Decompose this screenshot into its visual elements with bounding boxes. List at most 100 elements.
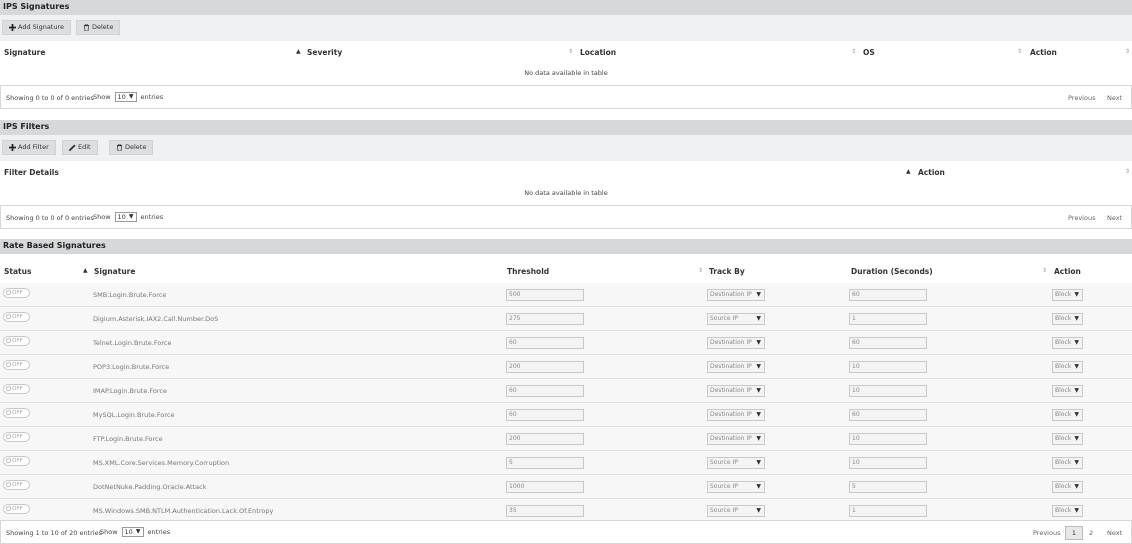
threshold-input[interactable]: 200 bbox=[506, 433, 584, 445]
sort-icon[interactable]: ⇕ bbox=[568, 48, 573, 55]
threshold-input[interactable]: 60 bbox=[506, 385, 584, 397]
sort-icon[interactable]: ⇕ bbox=[1017, 48, 1022, 55]
duration-input[interactable]: 60 bbox=[849, 289, 927, 301]
page-size-select[interactable]: 10 ▼ bbox=[114, 212, 137, 222]
column-signature[interactable]: Signature bbox=[94, 267, 135, 276]
threshold-input[interactable]: 60 bbox=[506, 409, 584, 421]
duration-input[interactable]: 60 bbox=[849, 409, 927, 421]
entries-label: entries bbox=[140, 213, 164, 221]
sort-icon[interactable]: ⇕ bbox=[1125, 48, 1130, 55]
action-select[interactable]: Block ▼ bbox=[1052, 505, 1083, 517]
track-by-select[interactable]: Destination IP ▼ bbox=[707, 385, 765, 397]
column-track-by[interactable]: Track By bbox=[709, 267, 745, 276]
add-signature-button[interactable]: Add Signature bbox=[2, 20, 72, 35]
column-duration[interactable]: Duration (Seconds) bbox=[851, 267, 933, 276]
track-by-select[interactable]: Destination IP ▼ bbox=[707, 337, 765, 349]
duration-input[interactable]: 1 bbox=[849, 505, 927, 517]
status-toggle[interactable]: OFF bbox=[3, 336, 30, 346]
status-toggle[interactable]: OFF bbox=[3, 312, 30, 322]
column-action[interactable]: Action bbox=[1030, 48, 1057, 57]
status-toggle[interactable]: OFF bbox=[3, 360, 30, 370]
sort-icon[interactable]: ⇕ bbox=[851, 48, 856, 55]
page-size-select[interactable]: 10 ▼ bbox=[121, 527, 144, 537]
action-select[interactable]: Block ▼ bbox=[1052, 433, 1083, 445]
next-button[interactable]: Next bbox=[1107, 214, 1122, 222]
edit-filter-label: Edit bbox=[78, 143, 91, 151]
signature-name: Digium.Asterisk.IAX2.Call.Number.DoS bbox=[93, 315, 219, 323]
previous-button[interactable]: Previous bbox=[1033, 529, 1060, 537]
duration-input[interactable]: 5 bbox=[849, 481, 927, 493]
threshold-input[interactable]: 35 bbox=[506, 505, 584, 517]
action-select[interactable]: Block ▼ bbox=[1052, 289, 1083, 301]
add-filter-button[interactable]: Add Filter bbox=[2, 140, 56, 155]
threshold-input[interactable]: 60 bbox=[506, 337, 584, 349]
duration-input[interactable]: 1 bbox=[849, 313, 927, 325]
track-by-select[interactable]: Source IP ▼ bbox=[707, 457, 765, 469]
action-select[interactable]: Block ▼ bbox=[1052, 361, 1083, 373]
status-toggle[interactable]: OFF bbox=[3, 288, 30, 298]
status-toggle[interactable]: OFF bbox=[3, 456, 30, 466]
previous-button[interactable]: Previous bbox=[1068, 94, 1095, 102]
status-toggle[interactable]: OFF bbox=[3, 384, 30, 394]
column-status[interactable]: Status bbox=[4, 267, 31, 276]
signature-name: MySQL.Login.Brute.Force bbox=[93, 411, 175, 419]
action-select[interactable]: Block ▼ bbox=[1052, 337, 1083, 349]
page-size-select[interactable]: 10 ▼ bbox=[114, 92, 137, 102]
action-select[interactable]: Block ▼ bbox=[1052, 385, 1083, 397]
column-threshold[interactable]: Threshold bbox=[507, 267, 549, 276]
track-by-select[interactable]: Source IP ▼ bbox=[707, 481, 765, 493]
toggle-knob-icon bbox=[6, 385, 11, 391]
column-action[interactable]: Action bbox=[918, 168, 945, 177]
duration-input[interactable]: 10 bbox=[849, 457, 927, 469]
delete-filter-button[interactable]: Delete bbox=[109, 140, 154, 155]
threshold-input[interactable]: 275 bbox=[506, 313, 584, 325]
column-os[interactable]: OS bbox=[863, 48, 875, 57]
status-toggle[interactable]: OFF bbox=[3, 480, 30, 490]
edit-filter-button[interactable]: Edit bbox=[62, 140, 98, 155]
action-select[interactable]: Block ▼ bbox=[1052, 313, 1083, 325]
threshold-input[interactable]: 1000 bbox=[506, 481, 584, 493]
track-by-select[interactable]: Destination IP ▼ bbox=[707, 289, 765, 301]
table-row: OFF IMAP.Login.Brute.Force 60 Destinatio… bbox=[0, 379, 1132, 403]
sort-icon[interactable]: ⇕ bbox=[698, 267, 703, 274]
column-location[interactable]: Location bbox=[580, 48, 616, 57]
next-button[interactable]: Next bbox=[1107, 94, 1122, 102]
toggle-knob-icon bbox=[6, 505, 11, 511]
track-by-select[interactable]: Destination IP ▼ bbox=[707, 433, 765, 445]
dropdown-arrow-icon: ▼ bbox=[756, 435, 761, 442]
action-select[interactable]: Block ▼ bbox=[1052, 409, 1083, 421]
track-by-select[interactable]: Destination IP ▼ bbox=[707, 361, 765, 373]
previous-button[interactable]: Previous bbox=[1068, 214, 1095, 222]
next-button[interactable]: Next bbox=[1107, 529, 1122, 537]
add-signature-label: Add Signature bbox=[18, 23, 65, 31]
threshold-input[interactable]: 200 bbox=[506, 361, 584, 373]
column-signature[interactable]: Signature bbox=[4, 48, 45, 57]
track-by-select[interactable]: Source IP ▼ bbox=[707, 505, 765, 517]
delete-signature-button[interactable]: Delete bbox=[76, 20, 121, 35]
status-toggle[interactable]: OFF bbox=[3, 432, 30, 442]
table-info: Showing 0 to 0 of 0 entries bbox=[6, 214, 94, 222]
track-by-select[interactable]: Source IP ▼ bbox=[707, 313, 765, 325]
column-severity[interactable]: Severity bbox=[307, 48, 342, 57]
duration-input[interactable]: 10 bbox=[849, 361, 927, 373]
threshold-input[interactable]: 5 bbox=[506, 457, 584, 469]
column-filter-details[interactable]: Filter Details bbox=[4, 168, 59, 177]
status-toggle[interactable]: OFF bbox=[3, 408, 30, 418]
duration-input[interactable]: 10 bbox=[849, 433, 927, 445]
track-by-select[interactable]: Destination IP ▼ bbox=[707, 409, 765, 421]
duration-input[interactable]: 60 bbox=[849, 337, 927, 349]
duration-input[interactable]: 10 bbox=[849, 385, 927, 397]
action-select[interactable]: Block ▼ bbox=[1052, 457, 1083, 469]
column-action[interactable]: Action bbox=[1054, 267, 1081, 276]
signature-name: POP3.Login.Brute.Force bbox=[93, 363, 170, 371]
page-2-button[interactable]: 2 bbox=[1089, 529, 1093, 537]
threshold-input[interactable]: 500 bbox=[506, 289, 584, 301]
sort-asc-icon[interactable]: ▲ bbox=[906, 168, 911, 175]
sort-asc-icon[interactable]: ▲ bbox=[296, 48, 301, 55]
sort-asc-icon[interactable]: ▲ bbox=[83, 267, 88, 274]
page-1-button[interactable]: 1 bbox=[1065, 526, 1083, 540]
sort-icon[interactable]: ⇕ bbox=[1125, 168, 1130, 175]
action-select[interactable]: Block ▼ bbox=[1052, 481, 1083, 493]
sort-icon[interactable]: ⇕ bbox=[1042, 267, 1047, 274]
status-toggle[interactable]: OFF bbox=[3, 504, 30, 514]
